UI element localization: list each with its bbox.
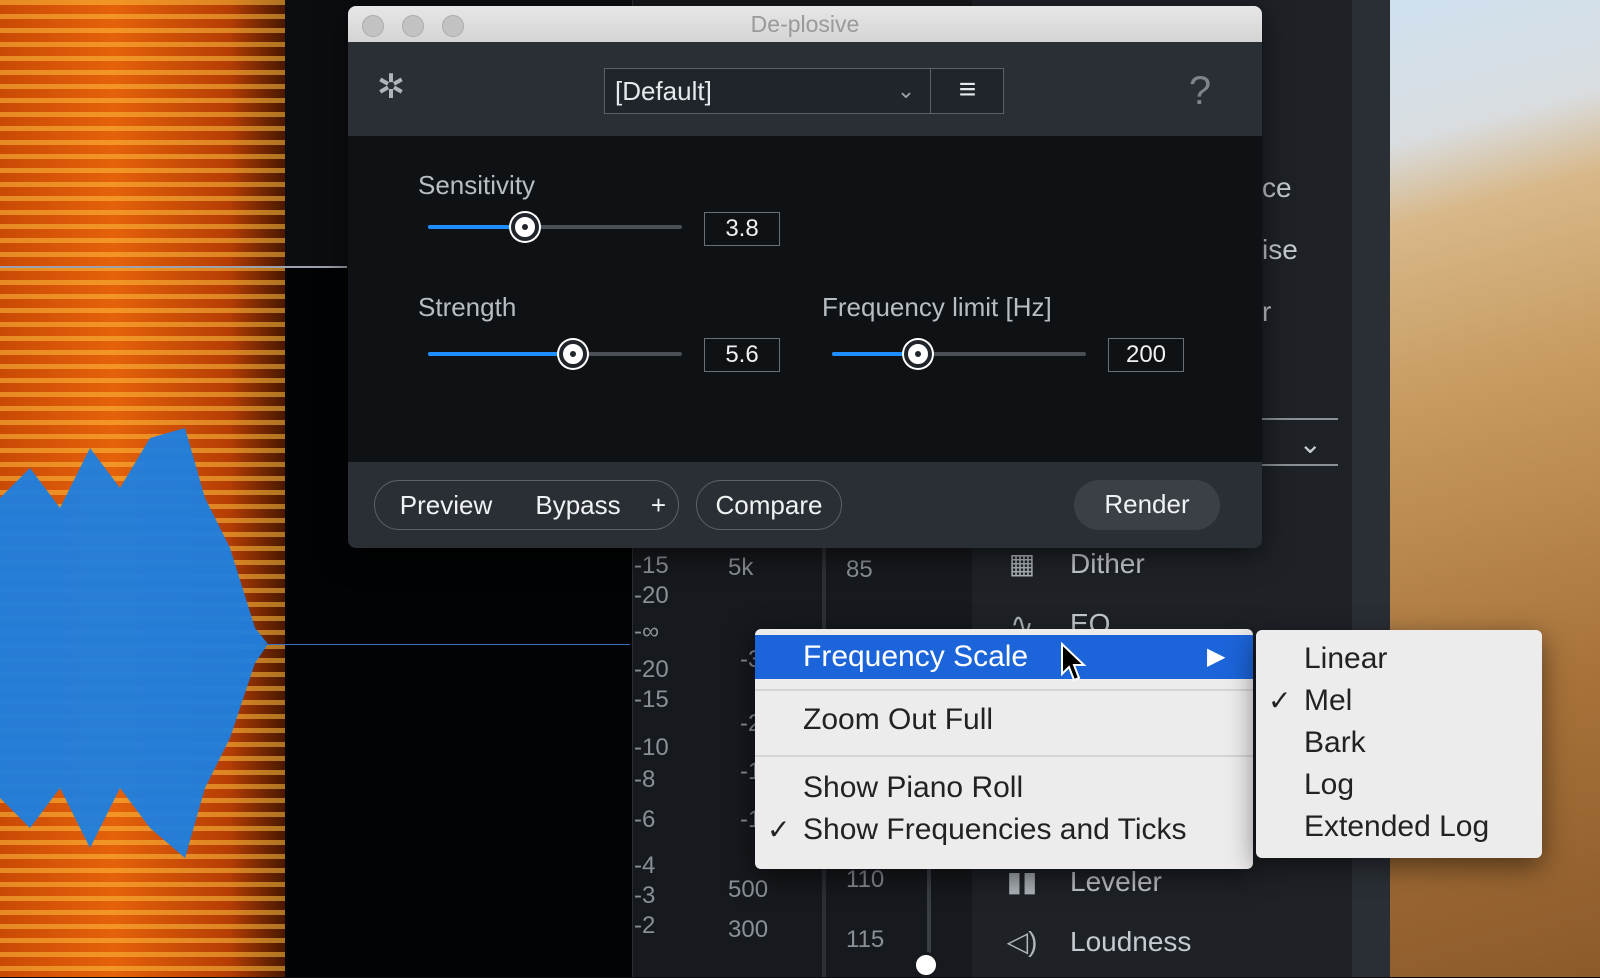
preset-dropdown[interactable]: [Default] ⌄ ≡: [604, 68, 1004, 114]
chevron-down-icon: ⌄: [1298, 428, 1322, 459]
freq-tick: 300: [728, 916, 769, 943]
freq-tick: 5k: [728, 554, 754, 581]
leveler-icon: ▮▮: [1006, 866, 1038, 897]
menu-item-label: Frequency Scale: [803, 640, 1029, 673]
module-label[interactable]: Dither: [1070, 548, 1145, 580]
strength-value-field[interactable]: 5.6: [704, 338, 780, 372]
frequency-limit-slider[interactable]: [832, 340, 1086, 368]
db-tick: -4: [634, 852, 656, 879]
bypass-button[interactable]: Bypass: [517, 480, 640, 530]
compare-button[interactable]: Compare: [696, 480, 842, 530]
menu-item-label: Show Piano Roll: [803, 771, 1024, 804]
db-tick: -10: [634, 734, 669, 761]
submenu-item-label: Bark: [1304, 726, 1366, 759]
submenu-item-extended-log[interactable]: Extended Log: [1256, 806, 1542, 848]
module-label[interactable]: Leveler: [1070, 866, 1162, 898]
db-tick: -20: [634, 582, 669, 609]
mouse-cursor-icon: [1061, 642, 1087, 682]
checkmark-icon: ✓: [1268, 685, 1292, 716]
submenu-item-label: Extended Log: [1304, 810, 1490, 843]
module-item-leveler[interactable]: ▮▮: [1000, 864, 1044, 900]
de-plosive-icon: ✲: [376, 68, 406, 106]
module-label-partial[interactable]: ce: [1262, 172, 1292, 204]
checkmark-icon: ✓: [767, 814, 791, 845]
freq-tick: 500: [728, 876, 769, 903]
render-button[interactable]: Render: [1074, 480, 1220, 530]
db-tick: -2: [634, 912, 656, 939]
controls-area: Sensitivity 3.8 Strength 5.6 Frequency l…: [348, 136, 1262, 462]
module-category-dropdown[interactable]: ⌄: [1262, 418, 1338, 466]
submenu-item-label: Mel: [1304, 684, 1353, 717]
waveform-center-line: [260, 644, 630, 645]
waveform-overlay: [0, 428, 268, 858]
db-tick: -15: [634, 686, 669, 713]
frequency-limit-slider-thumb[interactable]: [904, 340, 932, 368]
menu-separator: [755, 689, 1253, 691]
menu-item-label: Zoom Out Full: [803, 703, 994, 736]
menu-item-show-piano-roll[interactable]: Show Piano Roll: [755, 767, 1253, 809]
menu-separator: [755, 755, 1253, 757]
menu-item-zoom-out-full[interactable]: Zoom Out Full: [755, 699, 1253, 741]
meter-tick: 110: [846, 866, 885, 893]
submenu-item-mel[interactable]: ✓ Mel: [1256, 680, 1542, 722]
preset-toolbar: ✲ [Default] ⌄ ≡ ?: [348, 42, 1262, 136]
sensitivity-slider-thumb[interactable]: [511, 213, 539, 241]
dialog-footer: Preview Bypass + Compare Render: [348, 462, 1262, 548]
frequency-limit-value-field[interactable]: 200: [1108, 338, 1184, 372]
sensitivity-label: Sensitivity: [418, 170, 536, 200]
frequency-limit-label: Frequency limit [Hz]: [822, 292, 1052, 322]
meter-tick: 115: [846, 926, 885, 953]
db-tick: -8: [634, 766, 656, 793]
dither-icon: ▦: [1008, 548, 1036, 579]
dialog-title: De-plosive: [750, 11, 860, 37]
module-label-partial[interactable]: r: [1262, 296, 1271, 328]
db-tick: -3: [634, 882, 656, 909]
module-label[interactable]: Loudness: [1070, 926, 1191, 958]
submenu-item-linear[interactable]: Linear: [1256, 638, 1542, 680]
submenu-item-label: Log: [1304, 768, 1355, 801]
db-tick: -6: [634, 806, 656, 833]
title-bar[interactable]: De-plosive: [348, 6, 1262, 43]
frequency-scale-submenu: Linear ✓ Mel Bark Log Extended Log: [1256, 630, 1542, 858]
sensitivity-value-field[interactable]: 3.8: [704, 212, 780, 246]
submenu-item-bark[interactable]: Bark: [1256, 722, 1542, 764]
sensitivity-slider[interactable]: [428, 213, 682, 241]
loudness-icon: ◁): [1006, 926, 1038, 957]
db-tick: -15: [634, 552, 669, 579]
strength-slider-thumb[interactable]: [559, 340, 587, 368]
meter-fader-knob[interactable]: [913, 952, 939, 978]
de-plosive-dialog: De-plosive ✲ [Default] ⌄ ≡ ? Sensitivity…: [348, 6, 1262, 548]
db-tick: -∞: [634, 618, 660, 645]
module-label-partial[interactable]: ise: [1262, 234, 1298, 266]
preset-menu-button[interactable]: ≡: [930, 69, 1004, 113]
preview-button[interactable]: Preview: [374, 480, 518, 530]
menu-item-label: Show Frequencies and Ticks: [803, 813, 1187, 846]
chevron-down-icon: ⌄: [896, 78, 916, 103]
module-item-loudness[interactable]: ◁): [1000, 924, 1044, 960]
submenu-item-log[interactable]: Log: [1256, 764, 1542, 806]
spectrogram-context-menu: Frequency Scale ▶ Zoom Out Full Show Pia…: [755, 629, 1253, 869]
menu-item-frequency-scale[interactable]: Frequency Scale ▶: [755, 635, 1253, 679]
preset-name: [Default]: [615, 76, 712, 106]
module-item-dither[interactable]: ▦: [1000, 546, 1044, 582]
submenu-arrow-icon: ▶: [1207, 643, 1226, 670]
add-compare-button[interactable]: +: [639, 480, 679, 530]
menu-item-show-frequencies-and-ticks[interactable]: ✓ Show Frequencies and Ticks: [755, 809, 1253, 851]
strength-slider[interactable]: [428, 340, 682, 368]
strength-slider-fill: [428, 352, 573, 356]
submenu-item-label: Linear: [1304, 642, 1388, 675]
db-tick: -20: [634, 656, 669, 683]
meter-tick: 85: [846, 556, 873, 583]
help-icon[interactable]: ?: [1180, 66, 1220, 116]
strength-label: Strength: [418, 292, 517, 322]
spectrogram-divider: [0, 266, 347, 268]
